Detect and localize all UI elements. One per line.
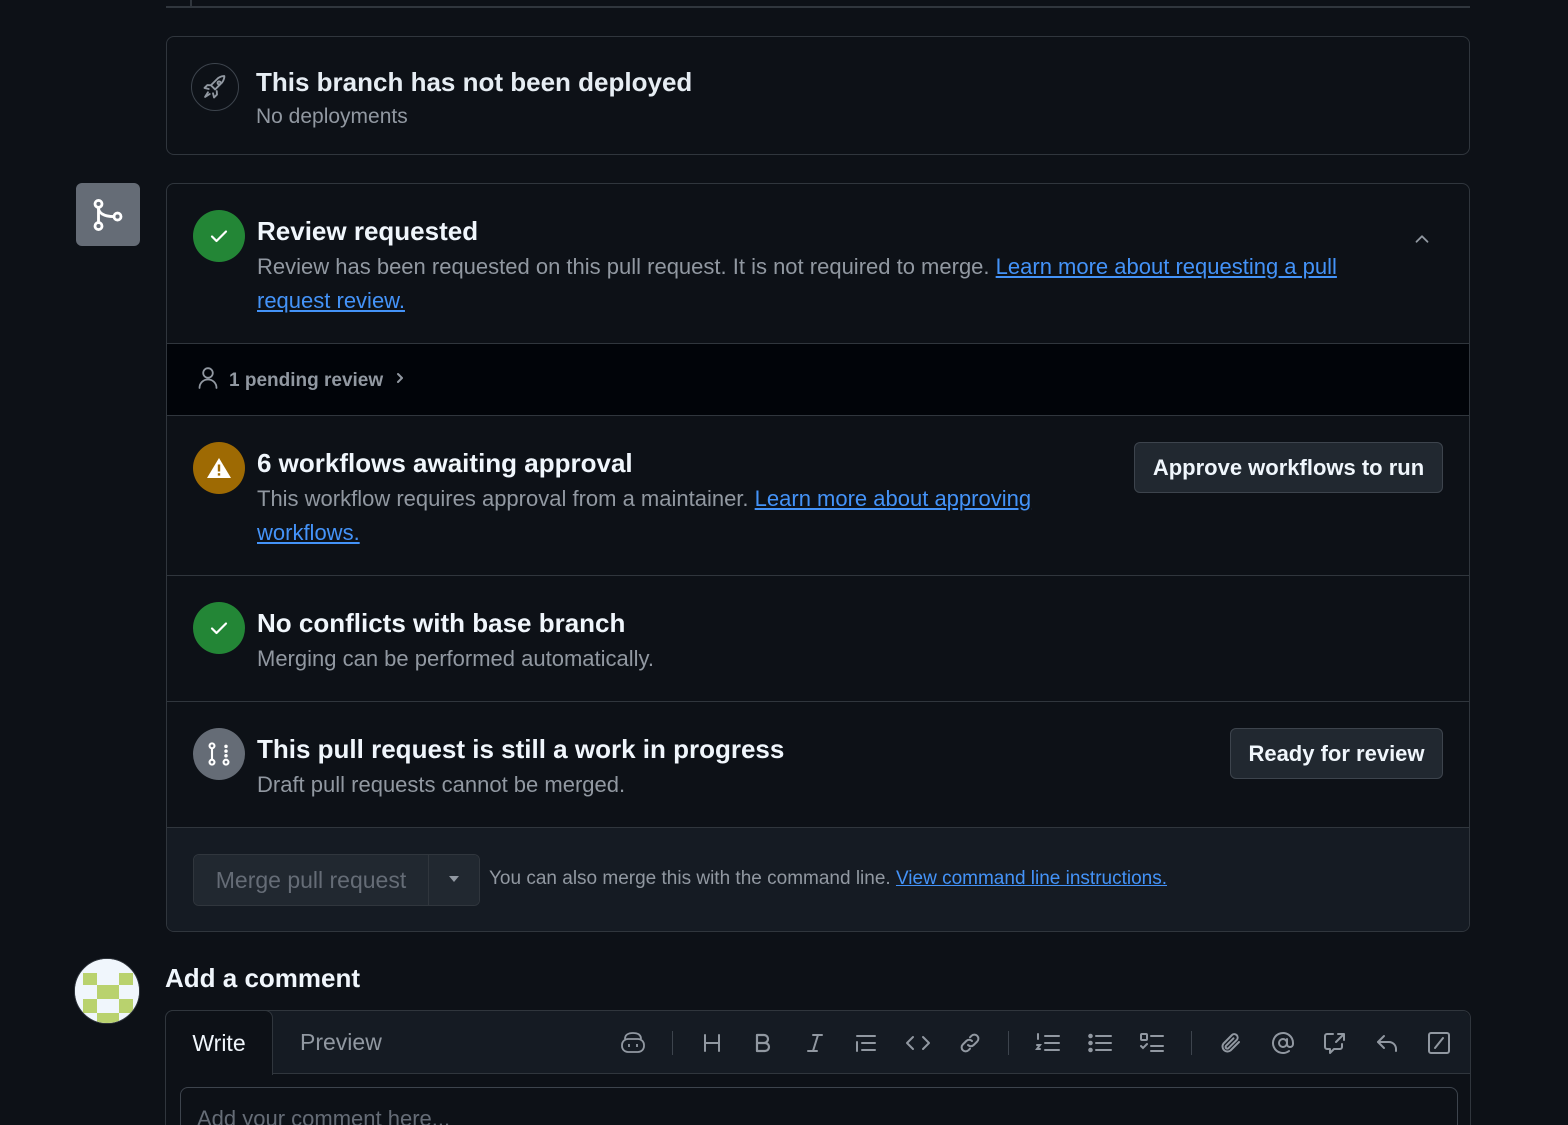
pending-review-label: 1 pending review [229, 369, 384, 391]
git-pull-request-draft-icon [193, 728, 245, 780]
timeline-divider [166, 6, 1470, 8]
triangle-down-icon [447, 871, 461, 889]
review-requested-section: Review requested Review has been request… [167, 184, 1469, 344]
comment-editor: Write Preview Add your comment here... [165, 1010, 1471, 1125]
merge-options-dropdown[interactable] [429, 855, 479, 905]
paperclip-icon[interactable] [1215, 1027, 1247, 1059]
no-conflicts-section: No conflicts with base branch Merging ca… [167, 576, 1469, 702]
workflows-description: This workflow requires approval from a m… [257, 482, 1077, 550]
alert-icon [193, 442, 245, 494]
cross-reference-icon[interactable] [1319, 1027, 1351, 1059]
deployment-status-box: This branch has not been deployed No dep… [166, 36, 1470, 155]
editor-tab-bar: Write Preview [165, 1010, 1470, 1075]
reply-icon[interactable] [1371, 1027, 1403, 1059]
merge-pull-request-button[interactable]: Merge pull request [194, 855, 429, 905]
person-icon [197, 366, 219, 395]
deployment-subtitle: No deployments [256, 105, 408, 128]
review-title: Review requested [257, 216, 479, 246]
italic-icon[interactable] [799, 1027, 831, 1059]
conflicts-title: No conflicts with base branch [257, 608, 626, 638]
ordered-list-icon[interactable] [1032, 1027, 1064, 1059]
workflows-approval-section: 6 workflows awaiting approval This workf… [167, 416, 1469, 576]
rocket-icon [191, 63, 239, 111]
pending-review-toggle[interactable]: 1 pending review [197, 366, 407, 395]
slash-commands-icon[interactable] [1423, 1027, 1455, 1059]
avatar[interactable] [74, 958, 140, 1024]
merge-actions-section: Merge pull request You can also merge th… [167, 828, 1469, 931]
wip-description: Draft pull requests cannot be merged. [257, 772, 626, 797]
quote-icon[interactable] [850, 1027, 882, 1059]
merge-button-group: Merge pull request [193, 854, 480, 906]
markdown-toolbar [166, 1027, 1470, 1059]
ready-for-review-button[interactable]: Ready for review [1230, 728, 1443, 779]
wip-title: This pull request is still a work in pro… [257, 734, 785, 764]
review-description: Review has been requested on this pull r… [257, 250, 1387, 318]
bold-icon[interactable] [747, 1027, 779, 1059]
chevron-up-icon[interactable] [1411, 228, 1433, 255]
add-comment-heading: Add a comment [165, 963, 361, 993]
heading-icon[interactable] [696, 1027, 728, 1059]
check-circle-icon [193, 602, 245, 654]
command-line-hint-text: You can also merge this with the command… [489, 868, 896, 889]
toolbar-divider [1191, 1031, 1192, 1055]
toolbar-divider [1008, 1031, 1009, 1055]
pending-reviews-section: 1 pending review [167, 344, 1469, 416]
conflicts-description: Merging can be performed automatically. [257, 646, 655, 671]
command-line-instructions-link[interactable]: View command line instructions. [896, 868, 1167, 889]
deployment-title: This branch has not been deployed [256, 67, 693, 97]
git-merge-icon [76, 183, 140, 246]
approve-workflows-button[interactable]: Approve workflows to run [1134, 442, 1443, 493]
unordered-list-icon[interactable] [1084, 1027, 1116, 1059]
merge-status-box: Review requested Review has been request… [166, 183, 1470, 932]
workflows-title: 6 workflows awaiting approval [257, 448, 633, 478]
task-list-icon[interactable] [1136, 1027, 1168, 1059]
code-icon[interactable] [902, 1027, 934, 1059]
review-description-text: Review has been requested on this pull r… [257, 254, 996, 279]
workflows-description-text: This workflow requires approval from a m… [257, 486, 755, 511]
draft-pr-section: This pull request is still a work in pro… [167, 702, 1469, 828]
link-icon[interactable] [954, 1027, 986, 1059]
chevron-right-icon [393, 370, 407, 391]
comment-textarea[interactable]: Add your comment here... [180, 1087, 1458, 1125]
timeline-track [190, 0, 192, 8]
command-line-hint: You can also merge this with the command… [489, 868, 1167, 890]
toolbar-divider [672, 1031, 673, 1055]
mention-icon[interactable] [1267, 1027, 1299, 1059]
check-circle-icon [193, 210, 245, 262]
copilot-icon[interactable] [617, 1027, 649, 1059]
